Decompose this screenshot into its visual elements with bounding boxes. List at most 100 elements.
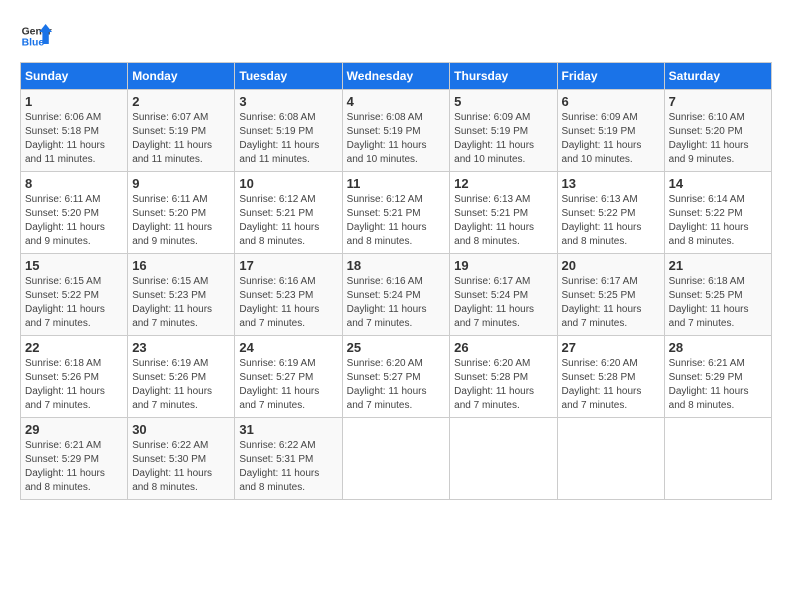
day-number: 23 [132, 340, 230, 355]
calendar-cell: 3 Sunrise: 6:08 AM Sunset: 5:19 PM Dayli… [235, 90, 342, 172]
calendar-cell: 6 Sunrise: 6:09 AM Sunset: 5:19 PM Dayli… [557, 90, 664, 172]
day-info: Sunrise: 6:12 AM Sunset: 5:21 PM Dayligh… [239, 193, 337, 249]
col-tuesday: Tuesday [235, 63, 342, 90]
day-number: 13 [562, 176, 660, 191]
day-number: 27 [562, 340, 660, 355]
day-number: 7 [669, 94, 767, 109]
day-info: Sunrise: 6:13 AM Sunset: 5:22 PM Dayligh… [562, 193, 660, 249]
day-info: Sunrise: 6:20 AM Sunset: 5:28 PM Dayligh… [454, 357, 552, 413]
calendar-cell: 27 Sunrise: 6:20 AM Sunset: 5:28 PM Dayl… [557, 336, 664, 418]
calendar-row: 8 Sunrise: 6:11 AM Sunset: 5:20 PM Dayli… [21, 172, 772, 254]
day-info: Sunrise: 6:22 AM Sunset: 5:31 PM Dayligh… [239, 439, 337, 495]
day-number: 14 [669, 176, 767, 191]
day-info: Sunrise: 6:14 AM Sunset: 5:22 PM Dayligh… [669, 193, 767, 249]
day-number: 15 [25, 258, 123, 273]
calendar-cell: 13 Sunrise: 6:13 AM Sunset: 5:22 PM Dayl… [557, 172, 664, 254]
svg-text:Blue: Blue [22, 38, 45, 49]
day-number: 31 [239, 422, 337, 437]
day-number: 8 [25, 176, 123, 191]
day-number: 22 [25, 340, 123, 355]
calendar-cell [450, 418, 557, 500]
calendar-cell: 16 Sunrise: 6:15 AM Sunset: 5:23 PM Dayl… [128, 254, 235, 336]
calendar-row: 1 Sunrise: 6:06 AM Sunset: 5:18 PM Dayli… [21, 90, 772, 172]
day-number: 26 [454, 340, 552, 355]
calendar-cell [557, 418, 664, 500]
calendar-cell: 18 Sunrise: 6:16 AM Sunset: 5:24 PM Dayl… [342, 254, 450, 336]
header-row: Sunday Monday Tuesday Wednesday Thursday… [21, 63, 772, 90]
day-number: 2 [132, 94, 230, 109]
day-number: 17 [239, 258, 337, 273]
col-friday: Friday [557, 63, 664, 90]
calendar-cell: 2 Sunrise: 6:07 AM Sunset: 5:19 PM Dayli… [128, 90, 235, 172]
logo: General Blue [20, 20, 52, 52]
day-number: 6 [562, 94, 660, 109]
col-thursday: Thursday [450, 63, 557, 90]
calendar-cell: 1 Sunrise: 6:06 AM Sunset: 5:18 PM Dayli… [21, 90, 128, 172]
calendar-cell: 5 Sunrise: 6:09 AM Sunset: 5:19 PM Dayli… [450, 90, 557, 172]
day-number: 19 [454, 258, 552, 273]
day-info: Sunrise: 6:17 AM Sunset: 5:25 PM Dayligh… [562, 275, 660, 331]
calendar-cell: 26 Sunrise: 6:20 AM Sunset: 5:28 PM Dayl… [450, 336, 557, 418]
calendar-cell: 29 Sunrise: 6:21 AM Sunset: 5:29 PM Dayl… [21, 418, 128, 500]
calendar-cell: 8 Sunrise: 6:11 AM Sunset: 5:20 PM Dayli… [21, 172, 128, 254]
day-info: Sunrise: 6:11 AM Sunset: 5:20 PM Dayligh… [25, 193, 123, 249]
page-header: General Blue [20, 20, 772, 52]
calendar-cell: 23 Sunrise: 6:19 AM Sunset: 5:26 PM Dayl… [128, 336, 235, 418]
day-number: 11 [347, 176, 446, 191]
day-info: Sunrise: 6:18 AM Sunset: 5:26 PM Dayligh… [25, 357, 123, 413]
calendar-cell: 20 Sunrise: 6:17 AM Sunset: 5:25 PM Dayl… [557, 254, 664, 336]
calendar-cell: 12 Sunrise: 6:13 AM Sunset: 5:21 PM Dayl… [450, 172, 557, 254]
day-info: Sunrise: 6:16 AM Sunset: 5:23 PM Dayligh… [239, 275, 337, 331]
day-info: Sunrise: 6:13 AM Sunset: 5:21 PM Dayligh… [454, 193, 552, 249]
calendar-cell: 19 Sunrise: 6:17 AM Sunset: 5:24 PM Dayl… [450, 254, 557, 336]
day-number: 29 [25, 422, 123, 437]
calendar-row: 29 Sunrise: 6:21 AM Sunset: 5:29 PM Dayl… [21, 418, 772, 500]
day-info: Sunrise: 6:18 AM Sunset: 5:25 PM Dayligh… [669, 275, 767, 331]
calendar-cell: 10 Sunrise: 6:12 AM Sunset: 5:21 PM Dayl… [235, 172, 342, 254]
day-info: Sunrise: 6:15 AM Sunset: 5:22 PM Dayligh… [25, 275, 123, 331]
calendar-row: 22 Sunrise: 6:18 AM Sunset: 5:26 PM Dayl… [21, 336, 772, 418]
day-info: Sunrise: 6:19 AM Sunset: 5:26 PM Dayligh… [132, 357, 230, 413]
col-wednesday: Wednesday [342, 63, 450, 90]
day-number: 16 [132, 258, 230, 273]
calendar-cell: 21 Sunrise: 6:18 AM Sunset: 5:25 PM Dayl… [664, 254, 771, 336]
day-info: Sunrise: 6:22 AM Sunset: 5:30 PM Dayligh… [132, 439, 230, 495]
col-saturday: Saturday [664, 63, 771, 90]
calendar-cell: 17 Sunrise: 6:16 AM Sunset: 5:23 PM Dayl… [235, 254, 342, 336]
calendar-cell: 15 Sunrise: 6:15 AM Sunset: 5:22 PM Dayl… [21, 254, 128, 336]
day-info: Sunrise: 6:21 AM Sunset: 5:29 PM Dayligh… [669, 357, 767, 413]
day-info: Sunrise: 6:19 AM Sunset: 5:27 PM Dayligh… [239, 357, 337, 413]
day-info: Sunrise: 6:07 AM Sunset: 5:19 PM Dayligh… [132, 111, 230, 167]
calendar-cell: 30 Sunrise: 6:22 AM Sunset: 5:30 PM Dayl… [128, 418, 235, 500]
day-number: 18 [347, 258, 446, 273]
day-number: 10 [239, 176, 337, 191]
calendar-cell: 14 Sunrise: 6:14 AM Sunset: 5:22 PM Dayl… [664, 172, 771, 254]
day-info: Sunrise: 6:20 AM Sunset: 5:27 PM Dayligh… [347, 357, 446, 413]
day-info: Sunrise: 6:16 AM Sunset: 5:24 PM Dayligh… [347, 275, 446, 331]
day-info: Sunrise: 6:21 AM Sunset: 5:29 PM Dayligh… [25, 439, 123, 495]
day-info: Sunrise: 6:12 AM Sunset: 5:21 PM Dayligh… [347, 193, 446, 249]
day-info: Sunrise: 6:11 AM Sunset: 5:20 PM Dayligh… [132, 193, 230, 249]
day-info: Sunrise: 6:20 AM Sunset: 5:28 PM Dayligh… [562, 357, 660, 413]
day-number: 30 [132, 422, 230, 437]
day-number: 5 [454, 94, 552, 109]
calendar-cell [664, 418, 771, 500]
calendar-cell: 25 Sunrise: 6:20 AM Sunset: 5:27 PM Dayl… [342, 336, 450, 418]
calendar-cell: 22 Sunrise: 6:18 AM Sunset: 5:26 PM Dayl… [21, 336, 128, 418]
calendar-cell [342, 418, 450, 500]
day-info: Sunrise: 6:06 AM Sunset: 5:18 PM Dayligh… [25, 111, 123, 167]
day-number: 9 [132, 176, 230, 191]
calendar-cell: 31 Sunrise: 6:22 AM Sunset: 5:31 PM Dayl… [235, 418, 342, 500]
calendar-cell: 28 Sunrise: 6:21 AM Sunset: 5:29 PM Dayl… [664, 336, 771, 418]
day-number: 24 [239, 340, 337, 355]
day-number: 28 [669, 340, 767, 355]
day-number: 4 [347, 94, 446, 109]
day-info: Sunrise: 6:15 AM Sunset: 5:23 PM Dayligh… [132, 275, 230, 331]
day-info: Sunrise: 6:09 AM Sunset: 5:19 PM Dayligh… [562, 111, 660, 167]
day-info: Sunrise: 6:09 AM Sunset: 5:19 PM Dayligh… [454, 111, 552, 167]
day-number: 20 [562, 258, 660, 273]
day-info: Sunrise: 6:08 AM Sunset: 5:19 PM Dayligh… [347, 111, 446, 167]
col-monday: Monday [128, 63, 235, 90]
calendar-cell: 9 Sunrise: 6:11 AM Sunset: 5:20 PM Dayli… [128, 172, 235, 254]
day-info: Sunrise: 6:10 AM Sunset: 5:20 PM Dayligh… [669, 111, 767, 167]
